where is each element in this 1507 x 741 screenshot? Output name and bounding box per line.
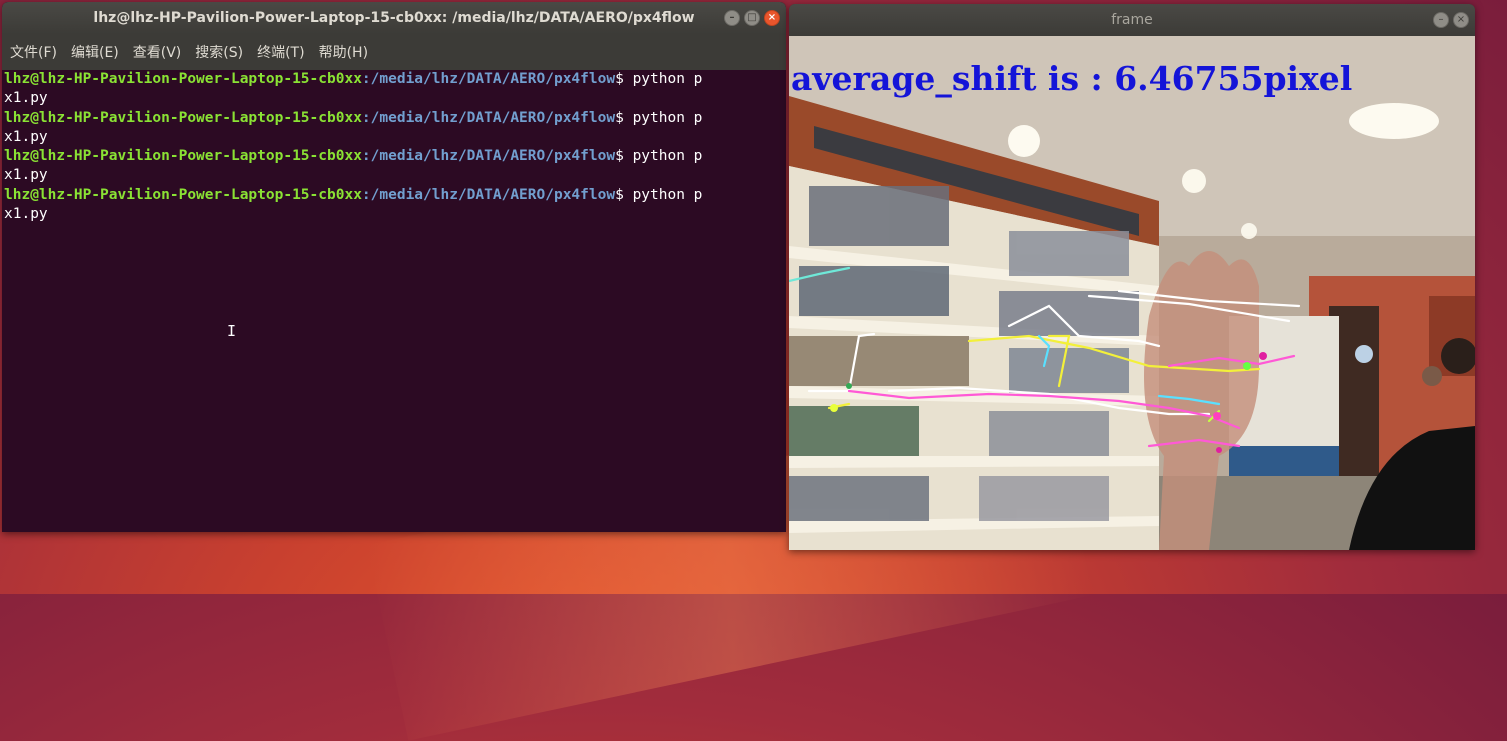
prompt-sign: $ [615, 148, 633, 165]
menu-edit[interactable]: 编辑(E) [71, 42, 119, 62]
prompt-path: :/media/lhz/DATA/AERO/px4flow [361, 148, 616, 165]
terminal-line: lhz@lhz-HP-Pavilion-Power-Laptop-15-cb0x… [4, 186, 780, 205]
terminal-line: lhz@lhz-HP-Pavilion-Power-Laptop-15-cb0x… [4, 70, 780, 89]
terminal-output[interactable]: lhz@lhz-HP-Pavilion-Power-Laptop-15-cb0x… [4, 70, 780, 532]
terminal-menubar: 文件(F) 编辑(E) 查看(V) 搜索(S) 终端(T) 帮助(H) [2, 34, 786, 70]
camera-frame-image: average_shift is : 6.46755pixel [789, 36, 1475, 550]
prompt-path: :/media/lhz/DATA/AERO/px4flow [361, 109, 616, 126]
close-button[interactable]: × [764, 10, 780, 26]
prompt-user: lhz@lhz-HP-Pavilion-Power-Laptop-15-cb0x… [4, 186, 362, 203]
command-text: python p [632, 109, 703, 126]
frame-title: frame [1111, 12, 1153, 28]
terminal-line: x1.py [4, 206, 48, 223]
prompt-sign: $ [615, 109, 633, 126]
prompt-user: lhz@lhz-HP-Pavilion-Power-Laptop-15-cb0x… [4, 109, 362, 126]
terminal-line: x1.py [4, 90, 48, 107]
terminal-window[interactable]: lhz@lhz-HP-Pavilion-Power-Laptop-15-cb0x… [2, 2, 786, 532]
menu-file[interactable]: 文件(F) [10, 42, 57, 62]
menu-view[interactable]: 查看(V) [133, 42, 182, 62]
minimize-button[interactable]: – [724, 10, 740, 26]
close-button[interactable]: × [1453, 12, 1469, 28]
menu-search[interactable]: 搜索(S) [195, 42, 243, 62]
maximize-button[interactable]: □ [744, 10, 760, 26]
terminal-title: lhz@lhz-HP-Pavilion-Power-Laptop-15-cb0x… [93, 10, 695, 26]
terminal-line: x1.py [4, 167, 48, 184]
terminal-titlebar[interactable]: lhz@lhz-HP-Pavilion-Power-Laptop-15-cb0x… [2, 2, 786, 34]
menu-help[interactable]: 帮助(H) [319, 42, 368, 62]
menu-terminal[interactable]: 终端(T) [257, 42, 304, 62]
command-text: python p [632, 71, 703, 87]
prompt-user: lhz@lhz-HP-Pavilion-Power-Laptop-15-cb0x… [4, 148, 362, 165]
text-cursor-icon: I [227, 322, 237, 340]
average-shift-text: average_shift is : 6.46755pixel [791, 59, 1352, 98]
prompt-user: lhz@lhz-HP-Pavilion-Power-Laptop-15-cb0x… [4, 71, 362, 87]
command-text: python p [632, 148, 703, 165]
terminal-line: x1.py [4, 128, 48, 145]
prompt-path: :/media/lhz/DATA/AERO/px4flow [361, 186, 616, 203]
frame-window[interactable]: frame – × average_shift is: 6.46755pixe… [789, 4, 1475, 550]
prompt-sign: $ [615, 71, 633, 87]
prompt-sign: $ [615, 186, 633, 203]
terminal-line: lhz@lhz-HP-Pavilion-Power-Laptop-15-cb0x… [4, 147, 780, 166]
terminal-line: lhz@lhz-HP-Pavilion-Power-Laptop-15-cb0x… [4, 109, 780, 128]
prompt-path: :/media/lhz/DATA/AERO/px4flow [361, 71, 616, 87]
frame-titlebar[interactable]: frame – × [789, 4, 1475, 36]
minimize-button[interactable]: – [1433, 12, 1449, 28]
command-text: python p [632, 186, 703, 203]
